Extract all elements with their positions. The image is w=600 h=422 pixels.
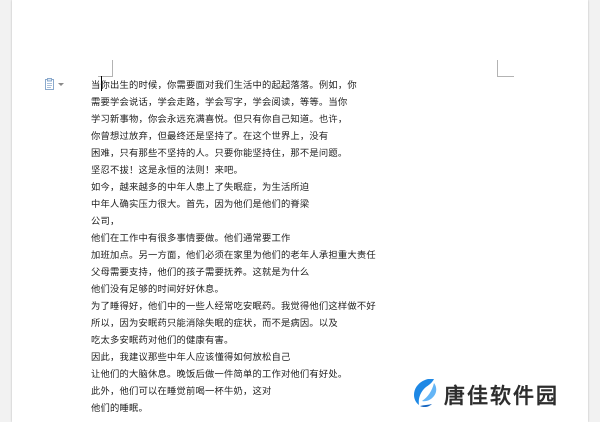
paragraph-line: 让他们的大脑休息。晚饭后做一件简单的工作对他们有好处。 bbox=[91, 369, 348, 380]
paragraph-line: 此外，他们可以在睡觉前喝一杯牛奶，这对 bbox=[91, 386, 272, 397]
paragraph-line: 因此，我建议那些中年人应该懂得如何放松自己 bbox=[91, 352, 291, 363]
paste-options-button[interactable] bbox=[45, 75, 64, 94]
watermark-text: 唐佳软件园 bbox=[444, 384, 559, 408]
margin-crop-mark-top-left bbox=[98, 60, 113, 77]
paragraph-line: 加班加点。另一方面，他们必须在家里为他们的老年人承担重大责任 bbox=[91, 250, 376, 261]
paragraph-line: 学习新事物，你会永远充满喜悦。但只有你自己知道。也许， bbox=[91, 114, 348, 125]
document-body[interactable]: 当你出生的时候，你需要面对我们生活中的起起落落。例如，你 需要学会说话，学会走路… bbox=[91, 77, 421, 417]
margin-crop-mark-top-right bbox=[497, 60, 514, 77]
paragraph-line: 吃太多安眠药对他们的健康有害。 bbox=[91, 335, 234, 346]
chevron-down-icon bbox=[58, 83, 64, 86]
paragraph-line: 他们没有足够的时间好好休息。 bbox=[91, 284, 224, 295]
paragraph-line: 坚忍不拔！这是永恒的法则！来吧。 bbox=[91, 165, 243, 176]
paragraph-line: 他们的睡眠。 bbox=[91, 403, 148, 414]
paragraph-line: 为了睡得好，他们中的一些人经常吃安眠药。我觉得他们这样做不好 bbox=[91, 301, 376, 312]
paragraph-line: 你曾想过放弃，但最终还是坚持了。在这个世界上，没有 bbox=[91, 131, 329, 142]
paragraph-line: 需要学会说话，学会走路，学会写字，学会阅读，等等。当你 bbox=[91, 97, 348, 108]
site-watermark: 唐佳软件园 bbox=[410, 377, 559, 413]
paste-options-icon bbox=[45, 75, 55, 94]
paragraph-line: 公司， bbox=[91, 216, 120, 227]
paragraph-line: 如今，越来越多的中年人患上了失眠症，为生活所迫 bbox=[91, 182, 310, 193]
tangjia-logo-icon bbox=[410, 377, 438, 413]
paragraph-line: 父母需要支持，他们的孩子需要抚养。这就是为什么 bbox=[91, 267, 310, 278]
paragraph-line: 中年人确实压力很大。首先，因为他们是他们的脊梁 bbox=[91, 199, 310, 210]
paragraph-line: 困难，只有那些不坚持的人。只要你能坚持住，那不是问题。 bbox=[91, 148, 348, 159]
paragraph-line: 他们在工作中有很多事情要做。他们通常要工作 bbox=[91, 233, 291, 244]
paragraph-line: 当你出生的时候，你需要面对我们生活中的起起落落。例如，你 bbox=[91, 80, 357, 91]
paragraph-line: 所以，因为安眠药只能消除失眠的症状，而不是病因。以及 bbox=[91, 318, 338, 329]
